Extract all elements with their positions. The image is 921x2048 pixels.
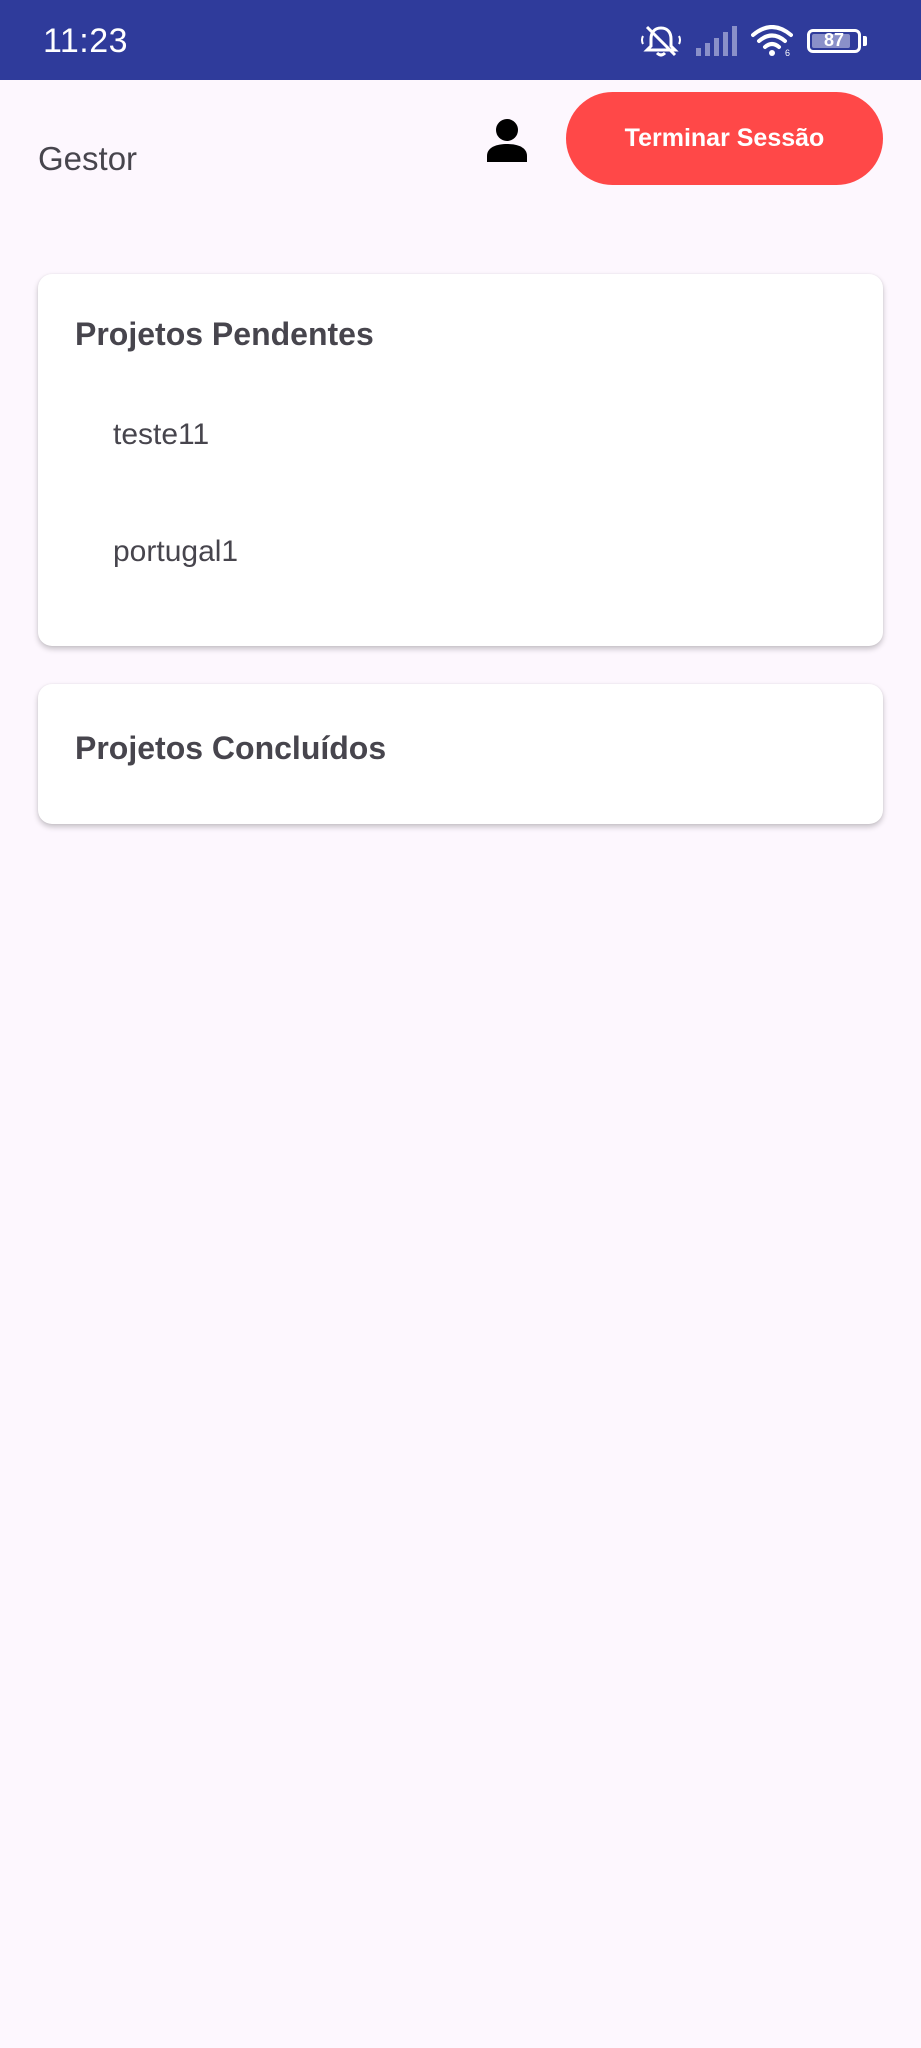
wifi-icon: 6 bbox=[751, 25, 793, 57]
person-icon[interactable] bbox=[486, 118, 528, 162]
svg-text:6: 6 bbox=[785, 48, 790, 57]
logout-button[interactable]: Terminar Sessão bbox=[566, 92, 883, 185]
status-icons: 6 87 bbox=[641, 24, 867, 58]
status-bar: 11:23 6 87 bbox=[0, 0, 921, 80]
pending-projects-card: Projetos Pendentes teste11 portugal1 bbox=[38, 274, 883, 646]
pending-projects-title: Projetos Pendentes bbox=[75, 316, 374, 352]
battery-icon: 87 bbox=[807, 29, 861, 53]
user-role-label: Gestor bbox=[38, 140, 138, 177]
battery-level: 87 bbox=[823, 30, 845, 50]
muted-bell-icon bbox=[641, 25, 681, 57]
project-item[interactable]: teste11 bbox=[113, 418, 209, 452]
completed-projects-card: Projetos Concluídos bbox=[38, 684, 883, 824]
project-item[interactable]: portugal1 bbox=[113, 535, 238, 569]
completed-projects-title: Projetos Concluídos bbox=[75, 730, 387, 766]
signal-icon bbox=[696, 26, 737, 56]
battery-tip bbox=[863, 36, 867, 46]
status-time: 11:23 bbox=[43, 22, 129, 60]
